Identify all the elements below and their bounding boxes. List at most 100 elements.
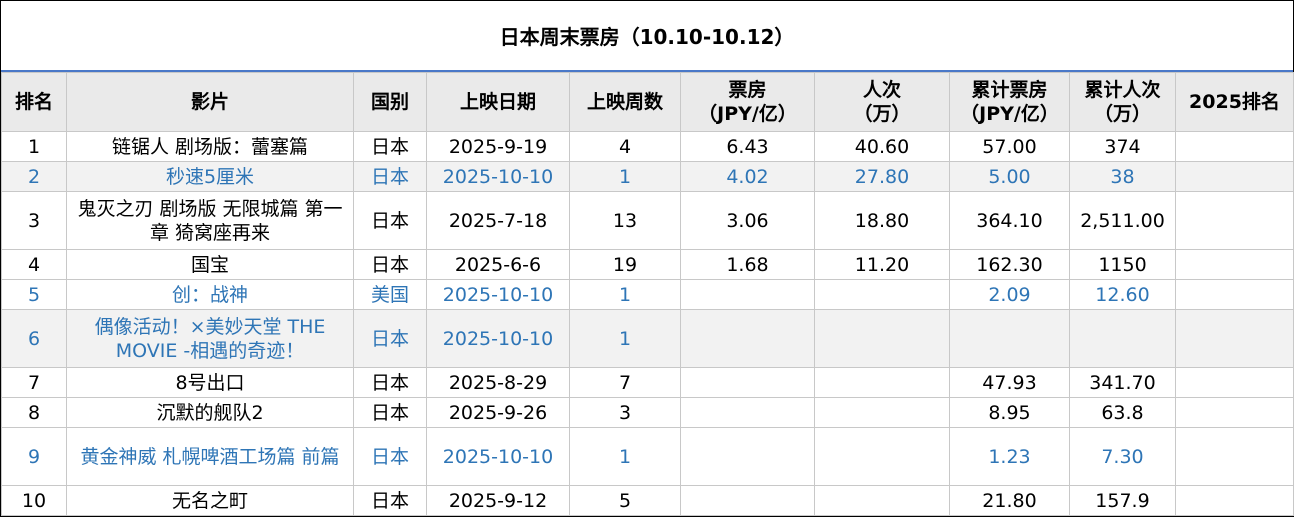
cell-release-date: 2025-8-29 — [426, 367, 570, 398]
cell-cum-box-office: 5.00 — [949, 161, 1070, 192]
cell-cum-admissions: 157.9 — [1069, 485, 1176, 516]
cell-rank-2025 — [1175, 249, 1294, 280]
table-row: 5 创：战神 美国 2025-10-10 1 2.09 12.60 — [1, 279, 1294, 310]
cell-admissions: 27.80 — [814, 161, 950, 192]
cell-rank: 5 — [1, 279, 67, 310]
cell-rank: 7 — [1, 367, 67, 398]
cell-weeks: 19 — [569, 249, 681, 280]
cell-film: 无名之町 — [66, 485, 354, 516]
cell-cum-admissions: 1150 — [1069, 249, 1176, 280]
cell-admissions — [814, 485, 950, 516]
cell-rank: 4 — [1, 249, 67, 280]
cell-cum-admissions: 63.8 — [1069, 397, 1176, 428]
header-country: 国别 — [353, 72, 427, 132]
cell-rank-2025 — [1175, 309, 1294, 368]
cell-release-date: 2025-9-12 — [426, 485, 570, 516]
cell-admissions: 40.60 — [814, 131, 950, 162]
cell-admissions: 18.80 — [814, 191, 950, 250]
cell-film: 秒速5厘米 — [66, 161, 354, 192]
table-row: 6 偶像活动！×美妙天堂 THE MOVIE -相遇的奇迹！ 日本 2025-1… — [1, 309, 1294, 368]
cell-rank: 8 — [1, 397, 67, 428]
cell-weeks: 13 — [569, 191, 681, 250]
cell-country: 日本 — [353, 397, 427, 428]
page-title: 日本周末票房（10.10-10.12） — [1, 1, 1293, 72]
cell-release-date: 2025-10-10 — [426, 279, 570, 310]
cell-film: 国宝 — [66, 249, 354, 280]
cell-rank: 10 — [1, 485, 67, 516]
cell-release-date: 2025-6-6 — [426, 249, 570, 280]
cell-rank-2025 — [1175, 279, 1294, 310]
header-row: 排名 影片 国别 上映日期 上映周数 票房 （JPY/亿） 人次 （万） 累计票房（… — [1, 72, 1294, 132]
cell-country: 日本 — [353, 191, 427, 250]
cell-country: 美国 — [353, 279, 427, 310]
header-release-date: 上映日期 — [426, 72, 570, 132]
cell-weeks: 3 — [569, 397, 681, 428]
header-cum-box-office-line1: 累计票房 — [971, 79, 1048, 101]
header-rank: 排名 — [1, 72, 67, 132]
table-row: 4 国宝 日本 2025-6-6 19 1.68 11.20 162.30 11… — [1, 249, 1294, 280]
cell-film: 鬼灭之刃 剧场版 无限城篇 第一章 猗窝座再来 — [66, 191, 354, 250]
cell-cum-admissions: 341.70 — [1069, 367, 1176, 398]
cell-cum-box-office: 1.23 — [949, 427, 1070, 486]
cell-box-office: 6.43 — [680, 131, 815, 162]
cell-box-office — [680, 279, 815, 310]
cell-release-date: 2025-10-10 — [426, 427, 570, 486]
cell-admissions — [814, 309, 950, 368]
cell-film: 偶像活动！×美妙天堂 THE MOVIE -相遇的奇迹！ — [66, 309, 354, 368]
cell-rank-2025 — [1175, 485, 1294, 516]
table-row: 7 8号出口 日本 2025-8-29 7 47.93 341.70 — [1, 367, 1294, 398]
cell-weeks: 1 — [569, 161, 681, 192]
header-film: 影片 — [66, 72, 354, 132]
cell-weeks: 1 — [569, 279, 681, 310]
cell-rank: 1 — [1, 131, 67, 162]
cell-box-office: 1.68 — [680, 249, 815, 280]
cell-film: 链锯人 剧场版：蕾塞篇 — [66, 131, 354, 162]
cell-box-office — [680, 485, 815, 516]
cell-weeks: 5 — [569, 485, 681, 516]
box-office-sheet: 日本周末票房（10.10-10.12） 排名 影片 国别 上映日期 上映周数 票… — [0, 0, 1294, 517]
table-row: 1 链锯人 剧场版：蕾塞篇 日本 2025-9-19 4 6.43 40.60 … — [1, 131, 1294, 162]
header-box-office-line1: 票房 — [728, 79, 767, 101]
table-row: 10 无名之町 日本 2025-9-12 5 21.80 157.9 — [1, 485, 1294, 516]
header-admissions: 人次 （万） — [814, 72, 950, 132]
table-row: 2 秒速5厘米 日本 2025-10-10 1 4.02 27.80 5.00 … — [1, 161, 1294, 192]
cell-rank: 3 — [1, 191, 67, 250]
cell-film: 沉默的舰队2 — [66, 397, 354, 428]
cell-cum-admissions — [1069, 309, 1176, 368]
cell-cum-admissions: 7.30 — [1069, 427, 1176, 486]
cell-release-date: 2025-10-10 — [426, 309, 570, 368]
cell-country: 日本 — [353, 485, 427, 516]
cell-country: 日本 — [353, 427, 427, 486]
cell-cum-admissions: 2,511.00 — [1069, 191, 1176, 250]
cell-film: 黄金神威 札幌啤酒工场篇 前篇 — [66, 427, 354, 486]
cell-rank: 6 — [1, 309, 67, 368]
cell-weeks: 7 — [569, 367, 681, 398]
cell-rank: 9 — [1, 427, 67, 486]
cell-box-office — [680, 427, 815, 486]
cell-cum-admissions: 12.60 — [1069, 279, 1176, 310]
cell-weeks: 1 — [569, 427, 681, 486]
cell-rank-2025 — [1175, 191, 1294, 250]
cell-cum-box-office: 364.10 — [949, 191, 1070, 250]
cell-release-date: 2025-9-19 — [426, 131, 570, 162]
box-office-table: 排名 影片 国别 上映日期 上映周数 票房 （JPY/亿） 人次 （万） 累计票房（… — [1, 72, 1294, 516]
cell-rank: 2 — [1, 161, 67, 192]
cell-cum-box-office — [949, 309, 1070, 368]
header-weeks: 上映周数 — [569, 72, 681, 132]
cell-weeks: 4 — [569, 131, 681, 162]
cell-admissions — [814, 427, 950, 486]
cell-box-office: 4.02 — [680, 161, 815, 192]
table-row: 8 沉默的舰队2 日本 2025-9-26 3 8.95 63.8 — [1, 397, 1294, 428]
header-cum-box-office: 累计票房 （JPY/亿） — [949, 72, 1070, 132]
cell-country: 日本 — [353, 161, 427, 192]
cell-cum-admissions: 374 — [1069, 131, 1176, 162]
table-row: 9 黄金神威 札幌啤酒工场篇 前篇 日本 2025-10-10 1 1.23 7… — [1, 427, 1294, 486]
header-cum-admissions-line2: （万） — [1093, 103, 1151, 125]
header-box-office: 票房 （JPY/亿） — [680, 72, 815, 132]
cell-box-office — [680, 397, 815, 428]
header-box-office-line2: （JPY/亿） — [698, 103, 797, 125]
cell-weeks: 1 — [569, 309, 681, 368]
header-cum-admissions-line1: 累计人次 — [1084, 79, 1161, 101]
cell-rank-2025 — [1175, 397, 1294, 428]
header-rank-2025: 2025排名 — [1175, 72, 1294, 132]
